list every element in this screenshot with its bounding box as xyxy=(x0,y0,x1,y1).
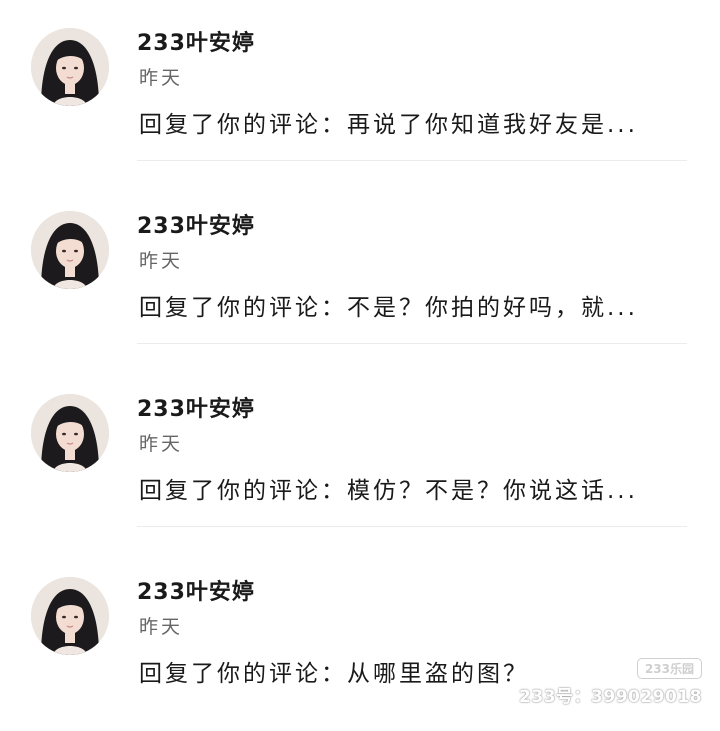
reply-text[interactable]: 回复了你的评论：模仿？不是？你说这话... xyxy=(139,471,638,505)
reply-text[interactable]: 回复了你的评论：不是？你拍的好吗，就... xyxy=(139,288,638,322)
divider xyxy=(137,160,687,161)
user-avatar[interactable] xyxy=(31,211,109,289)
avatar-portrait-image xyxy=(31,394,109,472)
notification-item[interactable]: 233叶安婷 昨天 回复了你的评论：不是？你拍的好吗，就... xyxy=(0,183,720,365)
user-avatar[interactable] xyxy=(31,394,109,472)
username[interactable]: 233叶安婷 xyxy=(137,574,255,606)
username[interactable]: 233叶安婷 xyxy=(137,391,255,423)
avatar-portrait-image xyxy=(31,211,109,289)
avatar-portrait-image xyxy=(31,28,109,106)
timestamp: 昨天 xyxy=(139,616,184,638)
notification-item[interactable]: 233叶安婷 昨天 回复了你的评论：再说了你知道我好友是... xyxy=(0,0,720,182)
reply-text[interactable]: 回复了你的评论：从哪里盗的图？ xyxy=(139,654,529,688)
timestamp: 昨天 xyxy=(139,67,184,89)
username[interactable]: 233叶安婷 xyxy=(137,208,255,240)
watermark-id: 233号：399029018 xyxy=(519,687,702,707)
watermark: 233乐园 233号：399029018 xyxy=(519,658,702,707)
divider xyxy=(137,343,687,344)
avatar-portrait-image xyxy=(31,577,109,655)
watermark-logo: 233乐园 xyxy=(636,658,702,679)
notification-list: 233叶安婷 昨天 回复了你的评论：再说了你知道我好友是... 233叶安婷 昨… xyxy=(0,0,720,717)
notification-item[interactable]: 233叶安婷 昨天 回复了你的评论：模仿？不是？你说这话... xyxy=(0,366,720,548)
divider xyxy=(137,526,687,527)
user-avatar[interactable] xyxy=(31,577,109,655)
username[interactable]: 233叶安婷 xyxy=(137,25,255,57)
timestamp: 昨天 xyxy=(139,433,184,455)
reply-text[interactable]: 回复了你的评论：再说了你知道我好友是... xyxy=(139,105,638,139)
timestamp: 昨天 xyxy=(139,250,184,272)
user-avatar[interactable] xyxy=(31,28,109,106)
